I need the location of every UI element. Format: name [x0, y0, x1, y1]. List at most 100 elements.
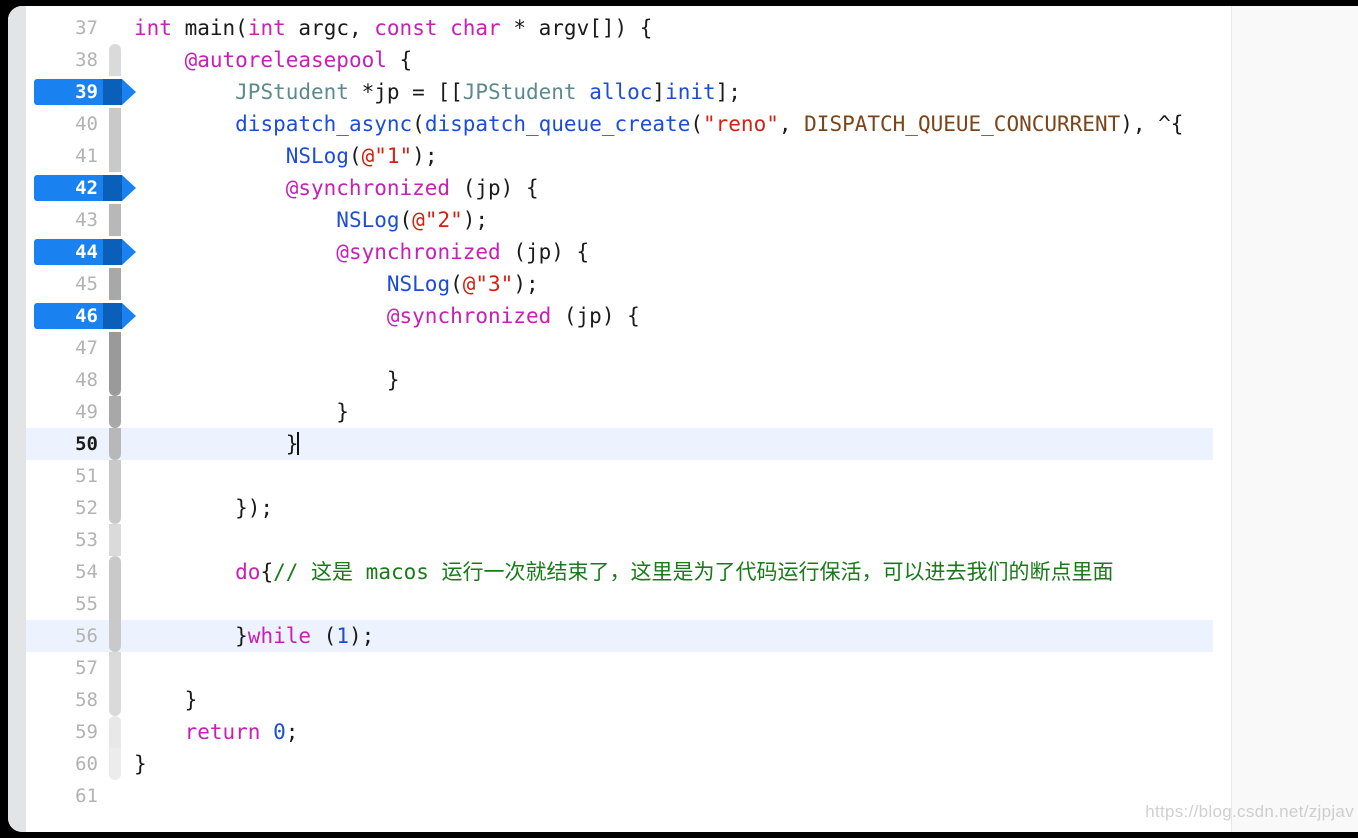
code-line-55[interactable]: 55: [26, 588, 1358, 620]
code-line-57[interactable]: 57: [26, 652, 1358, 684]
code-line-53[interactable]: 53: [26, 524, 1358, 556]
line-number-45[interactable]: 45: [26, 268, 106, 300]
code-text-58[interactable]: }: [134, 684, 198, 716]
page-guide-line: [1231, 6, 1232, 832]
code-line-60[interactable]: 60 }: [26, 748, 1358, 780]
line-number-47[interactable]: 47: [26, 332, 106, 364]
code-line-48[interactable]: 48 }: [26, 364, 1358, 396]
code-line-50[interactable]: 50 }: [26, 428, 1358, 460]
code-text-39[interactable]: JPStudent *jp = [[JPStudent alloc]init];: [134, 76, 741, 108]
code-text-41[interactable]: NSLog(@"1");: [134, 140, 438, 172]
line-number-56[interactable]: 56: [26, 620, 106, 652]
code-lines-container[interactable]: 37 int main(int argc, const char * argv[…: [26, 12, 1358, 812]
code-line-37[interactable]: 37 int main(int argc, const char * argv[…: [26, 12, 1358, 44]
code-text-44[interactable]: @synchronized (jp) {: [134, 236, 589, 268]
line-number-46[interactable]: 46: [26, 300, 106, 332]
code-text-46[interactable]: @synchronized (jp) {: [134, 300, 640, 332]
code-line-43[interactable]: 43 NSLog(@"2");: [26, 204, 1358, 236]
scope-ribbon[interactable]: [109, 428, 121, 460]
code-line-44[interactable]: 44 @synchronized (jp) {: [26, 236, 1358, 268]
scope-ribbon[interactable]: [109, 620, 121, 652]
code-text-40[interactable]: dispatch_async(dispatch_queue_create("re…: [134, 108, 1183, 140]
code-line-45[interactable]: 45 NSLog(@"3");: [26, 268, 1358, 300]
code-line-47[interactable]: 47: [26, 332, 1358, 364]
scope-ribbon[interactable]: [109, 460, 121, 492]
line-number-44[interactable]: 44: [26, 236, 106, 268]
scope-ribbon[interactable]: [109, 364, 121, 396]
line-number-49[interactable]: 49: [26, 396, 106, 428]
scope-ribbon[interactable]: [109, 524, 121, 556]
code-text-45[interactable]: NSLog(@"3");: [134, 268, 539, 300]
text-caret: [297, 432, 300, 455]
line-background: [26, 588, 1213, 620]
code-text-37[interactable]: int main(int argc, const char * argv[]) …: [134, 12, 652, 44]
code-line-38[interactable]: 38 @autoreleasepool {: [26, 44, 1358, 76]
code-text-52[interactable]: });: [134, 492, 273, 524]
code-text-50[interactable]: }: [134, 428, 300, 460]
line-number-41[interactable]: 41: [26, 140, 106, 172]
line-background: [26, 748, 1213, 780]
line-number-52[interactable]: 52: [26, 492, 106, 524]
line-number-40[interactable]: 40: [26, 108, 106, 140]
code-line-56[interactable]: 56 }while (1);: [26, 620, 1358, 652]
line-number-43[interactable]: 43: [26, 204, 106, 236]
line-number-37[interactable]: 37: [26, 12, 106, 44]
scope-ribbon[interactable]: [109, 332, 121, 364]
line-number-38[interactable]: 38: [26, 44, 106, 76]
scope-ribbon[interactable]: [109, 652, 121, 684]
code-text-60[interactable]: }: [134, 748, 147, 780]
line-number-50[interactable]: 50: [26, 428, 106, 460]
scope-ribbon[interactable]: [109, 588, 121, 620]
line-number-57[interactable]: 57: [26, 652, 106, 684]
code-line-54[interactable]: 54 do{// 这是 macos 运行一次就结束了，这里是为了代码运行保活，可…: [26, 556, 1358, 588]
code-editor-area[interactable]: 37 int main(int argc, const char * argv[…: [26, 6, 1358, 832]
code-line-58[interactable]: 58 }: [26, 684, 1358, 716]
code-text-42[interactable]: @synchronized (jp) {: [134, 172, 539, 204]
code-text-54[interactable]: do{// 这是 macos 运行一次就结束了，这里是为了代码运行保活，可以进去…: [134, 556, 1113, 588]
code-text-43[interactable]: NSLog(@"2");: [134, 204, 488, 236]
line-background: [26, 684, 1213, 716]
scope-ribbon[interactable]: [109, 204, 121, 236]
scope-ribbon[interactable]: [109, 684, 121, 716]
code-text-59[interactable]: return 0;: [134, 716, 299, 748]
code-line-39[interactable]: 39 JPStudent *jp = [[JPStudent alloc]ini…: [26, 76, 1358, 108]
code-text-56[interactable]: }while (1);: [134, 620, 374, 652]
scope-ribbon[interactable]: [109, 492, 121, 524]
scope-ribbon[interactable]: [109, 268, 121, 300]
code-line-51[interactable]: 51: [26, 460, 1358, 492]
scope-ribbon[interactable]: [109, 12, 121, 44]
line-number-51[interactable]: 51: [26, 460, 106, 492]
scope-ribbon[interactable]: [109, 748, 121, 780]
scope-ribbon[interactable]: [109, 108, 121, 140]
line-number-48[interactable]: 48: [26, 364, 106, 396]
scope-ribbon[interactable]: [109, 396, 121, 428]
scope-ribbon[interactable]: [109, 556, 121, 588]
scope-ribbon[interactable]: [109, 140, 121, 172]
code-line-46[interactable]: 46 @synchronized (jp) {: [26, 300, 1358, 332]
line-background: [26, 460, 1213, 492]
scope-ribbon[interactable]: [109, 44, 121, 76]
code-line-42[interactable]: 42 @synchronized (jp) {: [26, 172, 1358, 204]
line-number-53[interactable]: 53: [26, 524, 106, 556]
code-text-38[interactable]: @autoreleasepool {: [134, 44, 413, 76]
line-number-59[interactable]: 59: [26, 716, 106, 748]
line-number-60[interactable]: 60: [26, 748, 106, 780]
line-number-58[interactable]: 58: [26, 684, 106, 716]
code-line-40[interactable]: 40 dispatch_async(dispatch_queue_create(…: [26, 108, 1358, 140]
code-line-59[interactable]: 59 return 0;: [26, 716, 1358, 748]
code-text-49[interactable]: }: [134, 396, 349, 428]
watermark-text: https://blog.csdn.net/zjpjav: [1145, 802, 1354, 821]
line-background: [26, 780, 1213, 812]
code-line-49[interactable]: 49 }: [26, 396, 1358, 428]
line-number-42[interactable]: 42: [26, 172, 106, 204]
line-number-54[interactable]: 54: [26, 556, 106, 588]
scope-ribbon[interactable]: [109, 716, 121, 748]
line-number-61[interactable]: 61: [26, 780, 106, 812]
code-text-48[interactable]: }: [134, 364, 400, 396]
code-line-41[interactable]: 41 NSLog(@"1");: [26, 140, 1358, 172]
scope-ribbon[interactable]: [109, 780, 121, 812]
line-background: [26, 524, 1213, 556]
line-number-55[interactable]: 55: [26, 588, 106, 620]
line-number-39[interactable]: 39: [26, 76, 106, 108]
code-line-52[interactable]: 52 });: [26, 492, 1358, 524]
